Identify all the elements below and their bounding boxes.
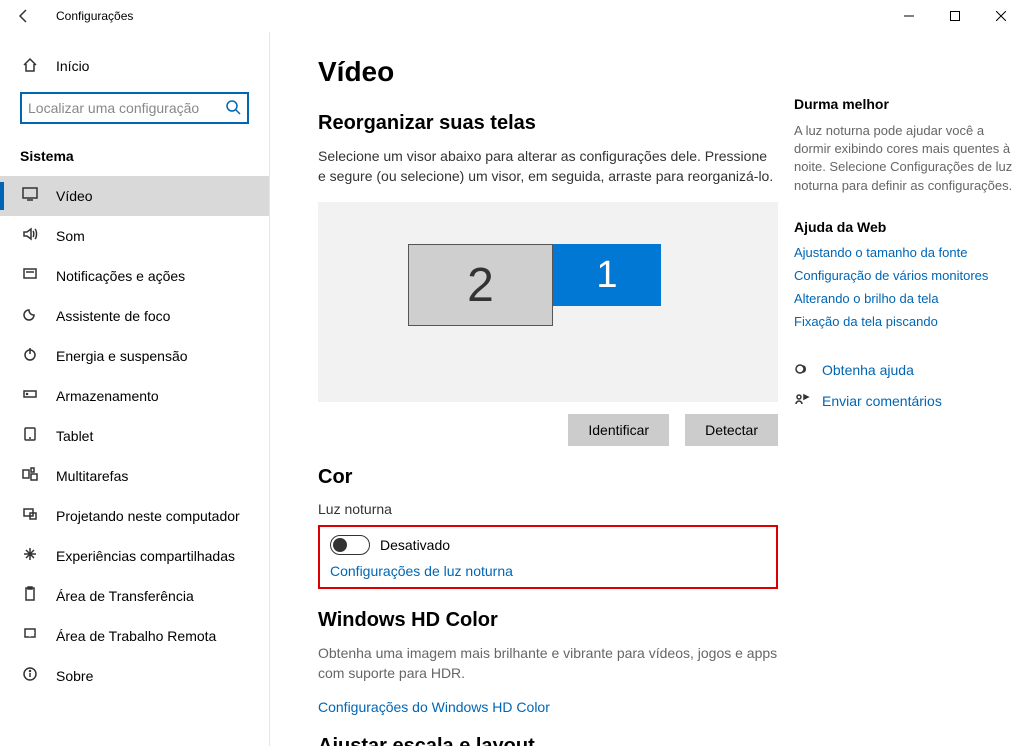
- sleep-better-heading: Durma melhor: [794, 96, 1014, 112]
- sidebar-item-label: Sobre: [56, 668, 93, 684]
- storage-icon: [20, 386, 40, 407]
- sidebar-item-label: Área de Transferência: [56, 588, 194, 604]
- sidebar-item-label: Energia e suspensão: [56, 348, 188, 364]
- multitask-icon: [20, 466, 40, 487]
- sidebar-item-multitask[interactable]: Multitarefas: [0, 456, 269, 496]
- display-icon: [20, 186, 40, 207]
- title-bar: Configurações: [0, 0, 1024, 32]
- category-header: Sistema: [0, 140, 269, 176]
- scale-heading: Ajustar escala e layout: [318, 735, 778, 746]
- night-light-toggle[interactable]: [330, 535, 370, 555]
- sidebar-item-clipboard[interactable]: Área de Transferência: [0, 576, 269, 616]
- sound-icon: [20, 226, 40, 247]
- home-icon: [20, 57, 40, 76]
- sidebar-item-label: Som: [56, 228, 85, 244]
- sidebar-item-tablet[interactable]: Tablet: [0, 416, 269, 456]
- maximize-button[interactable]: [932, 0, 978, 32]
- notifications-icon: [20, 266, 40, 287]
- sleep-better-text: A luz noturna pode ajudar você a dormir …: [794, 122, 1014, 195]
- help-link-fontsize[interactable]: Ajustando o tamanho da fonte: [794, 245, 1014, 260]
- color-heading: Cor: [318, 466, 778, 489]
- sidebar-item-label: Projetando neste computador: [56, 508, 240, 524]
- night-light-label: Luz noturna: [318, 501, 778, 517]
- rearrange-desc: Selecione um visor abaixo para alterar a…: [318, 147, 778, 186]
- help-link-flicker[interactable]: Fixação da tela piscando: [794, 314, 1014, 329]
- sidebar-item-about[interactable]: Sobre: [0, 656, 269, 696]
- tablet-icon: [20, 426, 40, 447]
- web-help-heading: Ajuda da Web: [794, 219, 1014, 235]
- window-title: Configurações: [56, 9, 133, 23]
- projecting-icon: [20, 506, 40, 527]
- sidebar-item-notifications[interactable]: Notificações e ações: [0, 256, 269, 296]
- night-light-settings-link[interactable]: Configurações de luz noturna: [330, 563, 766, 579]
- night-light-highlight: Desativado Configurações de luz noturna: [318, 525, 778, 589]
- page-title: Vídeo: [318, 56, 778, 88]
- back-button[interactable]: [8, 0, 40, 32]
- sidebar: Início Sistema Vídeo Som Notificações e …: [0, 32, 270, 746]
- sidebar-item-label: Assistente de foco: [56, 308, 170, 324]
- search-input[interactable]: [28, 100, 225, 116]
- night-light-state: Desativado: [380, 537, 450, 553]
- monitor-1[interactable]: 1: [553, 244, 661, 306]
- sidebar-item-storage[interactable]: Armazenamento: [0, 376, 269, 416]
- help-icon: [794, 361, 810, 380]
- feedback-row[interactable]: Enviar comentários: [794, 392, 1014, 411]
- clipboard-icon: [20, 586, 40, 607]
- sidebar-item-focus[interactable]: Assistente de foco: [0, 296, 269, 336]
- sidebar-item-label: Área de Trabalho Remota: [56, 628, 216, 644]
- sidebar-item-label: Tablet: [56, 428, 93, 444]
- sidebar-item-label: Notificações e ações: [56, 268, 185, 284]
- minimize-button[interactable]: [886, 0, 932, 32]
- sidebar-item-projecting[interactable]: Projetando neste computador: [0, 496, 269, 536]
- home-label: Início: [56, 58, 89, 74]
- sidebar-item-shared[interactable]: Experiências compartilhadas: [0, 536, 269, 576]
- sidebar-item-label: Experiências compartilhadas: [56, 548, 235, 564]
- sidebar-item-video[interactable]: Vídeo: [0, 176, 269, 216]
- sidebar-item-remote[interactable]: Área de Trabalho Remota: [0, 616, 269, 656]
- sidebar-item-label: Vídeo: [56, 188, 93, 204]
- identify-button[interactable]: Identificar: [568, 414, 669, 446]
- hdcolor-heading: Windows HD Color: [318, 609, 778, 632]
- detect-button[interactable]: Detectar: [685, 414, 778, 446]
- help-link-multimonitor[interactable]: Configuração de vários monitores: [794, 268, 1014, 283]
- home-button[interactable]: Início: [0, 48, 269, 84]
- search-icon: [225, 99, 241, 118]
- monitor-2[interactable]: 2: [408, 244, 553, 326]
- get-help-row[interactable]: Obtenha ajuda: [794, 361, 1014, 380]
- close-button[interactable]: [978, 0, 1024, 32]
- power-icon: [20, 346, 40, 367]
- help-link-brightness[interactable]: Alterando o brilho da tela: [794, 291, 1014, 306]
- display-arrangement[interactable]: 2 1: [318, 202, 778, 402]
- rearrange-heading: Reorganizar suas telas: [318, 112, 778, 135]
- sidebar-item-label: Multitarefas: [56, 468, 128, 484]
- hdcolor-link[interactable]: Configurações do Windows HD Color: [318, 699, 778, 715]
- shared-icon: [20, 546, 40, 567]
- hdcolor-desc: Obtenha uma imagem mais brilhante e vibr…: [318, 644, 778, 683]
- focus-icon: [20, 306, 40, 327]
- sidebar-item-som[interactable]: Som: [0, 216, 269, 256]
- sidebar-item-power[interactable]: Energia e suspensão: [0, 336, 269, 376]
- remote-icon: [20, 626, 40, 647]
- info-icon: [20, 666, 40, 687]
- sidebar-item-label: Armazenamento: [56, 388, 159, 404]
- get-help-link[interactable]: Obtenha ajuda: [822, 362, 914, 378]
- search-box[interactable]: [20, 92, 249, 124]
- feedback-link[interactable]: Enviar comentários: [822, 393, 942, 409]
- feedback-icon: [794, 392, 810, 411]
